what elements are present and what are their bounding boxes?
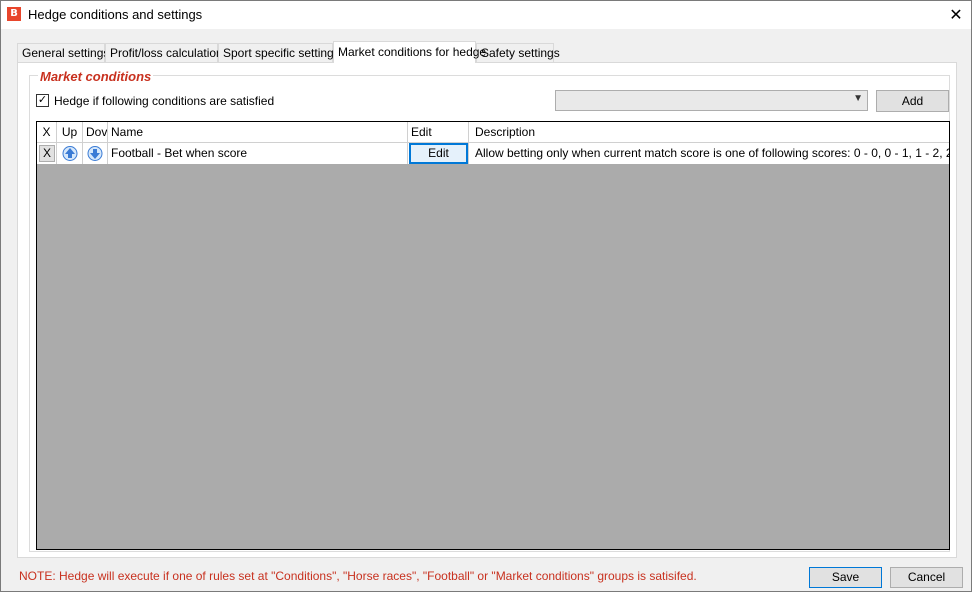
background-edge	[972, 0, 979, 598]
cell-up	[57, 143, 83, 164]
dialog-window: B Hedge conditions and settings ✕ Genera…	[0, 0, 972, 592]
cell-name: Football - Bet when score	[108, 143, 408, 164]
cell-down	[83, 143, 108, 164]
add-button[interactable]: Add	[876, 90, 949, 112]
group-title: Market conditions	[38, 69, 154, 84]
save-button[interactable]: Save	[809, 567, 882, 588]
chevron-down-icon: ▼	[853, 93, 863, 104]
header-name[interactable]: Name	[108, 122, 408, 143]
move-down-icon[interactable]	[87, 145, 103, 162]
conditions-grid: X Up Dov Name Edit Description X Footbal…	[36, 121, 950, 550]
hedge-conditions-checkbox[interactable]: ✓	[36, 94, 49, 107]
cell-description: Allow betting only when current match sc…	[475, 146, 949, 160]
header-edit[interactable]: Edit	[408, 122, 469, 143]
tab-profit-loss[interactable]: Profit/loss calculation	[105, 43, 223, 63]
grid-header: X Up Dov Name Edit Description	[37, 122, 949, 143]
hedge-conditions-label: Hedge if following conditions are satisf…	[54, 94, 275, 108]
header-x[interactable]: X	[37, 122, 57, 143]
move-up-icon[interactable]	[62, 145, 78, 162]
app-logo-icon: B	[7, 7, 21, 21]
tab-safety-settings[interactable]: Safety settings	[476, 43, 560, 63]
header-description[interactable]: Description	[469, 122, 949, 143]
cell-x: X	[37, 143, 57, 164]
condition-dropdown[interactable]: ▼	[555, 90, 868, 111]
footer-note: NOTE: Hedge will execute if one of rules…	[19, 569, 697, 583]
title-bar: B Hedge conditions and settings ✕	[1, 1, 971, 29]
header-down[interactable]: Dov	[83, 122, 108, 143]
tab-panel: Market conditions ✓ Hedge if following c…	[17, 62, 957, 558]
tab-market-conditions[interactable]: Market conditions for hedge	[333, 41, 486, 63]
tab-general-settings[interactable]: General settings	[17, 43, 109, 63]
table-row: X Football - Bet when score Edit Allow b…	[37, 143, 949, 164]
edit-row-button[interactable]: Edit	[409, 143, 468, 164]
cancel-button[interactable]: Cancel	[890, 567, 963, 588]
tab-sport-specific[interactable]: Sport specific settings	[218, 43, 340, 63]
close-button[interactable]: ✕	[941, 1, 971, 29]
cell-edit: Edit	[408, 143, 469, 164]
delete-row-button[interactable]: X	[39, 145, 55, 162]
header-up[interactable]: Up	[57, 122, 83, 143]
window-title: Hedge conditions and settings	[28, 7, 203, 22]
